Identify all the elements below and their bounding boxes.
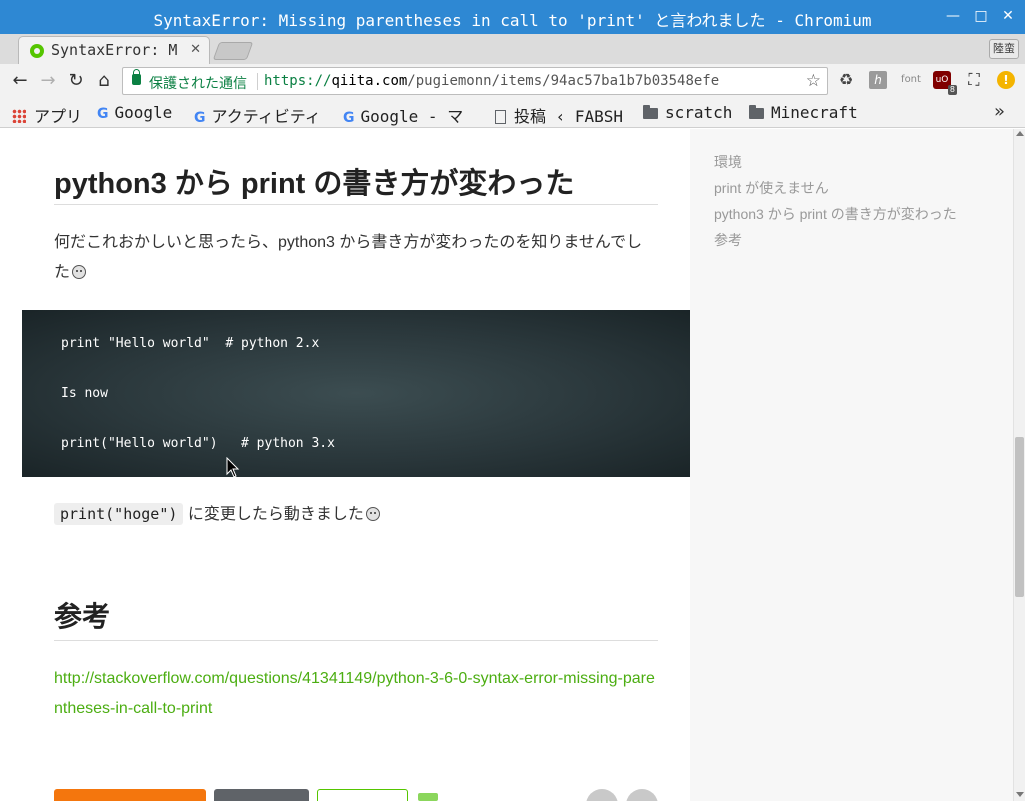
folder-icon [749, 105, 764, 119]
maximize-icon[interactable]: □ [970, 5, 992, 27]
like-count [418, 793, 438, 801]
inline-code: print("hoge") [54, 503, 184, 525]
document-icon [495, 110, 506, 124]
tab-active[interactable]: SyntaxError: M ✕ [18, 36, 210, 64]
home-icon[interactable]: ⌂ [92, 69, 116, 93]
ublock-label: uO [935, 75, 949, 85]
bookmark-google-maps[interactable]: G Google - マ [343, 103, 481, 127]
qiita-favicon-icon [30, 44, 44, 58]
hatena-extension-icon[interactable]: h [869, 71, 887, 89]
font-extension-icon[interactable]: font [900, 71, 922, 89]
like-button[interactable] [317, 789, 408, 801]
scroll-up-icon[interactable] [1016, 131, 1024, 136]
bookmark-folder-scratch[interactable]: scratch [643, 103, 732, 122]
tab-close-icon[interactable]: ✕ [190, 42, 201, 57]
bookmark-label: Google [114, 103, 173, 122]
toc-sidebar: 環境 print が使えません python3 から print の書き方が変わ… [690, 129, 1013, 801]
mouse-cursor-icon [226, 457, 240, 478]
minimize-icon[interactable]: — [942, 5, 964, 27]
profile-button[interactable]: 陸蛮 [989, 39, 1019, 59]
toc-item[interactable]: print が使えません [714, 178, 829, 198]
paragraph-intro-text: 何だこれおかしいと思ったら、python3 から書き方が変わったのを知りませんで… [54, 234, 643, 281]
bookmark-label: Google - マ [360, 107, 464, 126]
apps-grid-icon [12, 109, 26, 123]
stock-button[interactable] [54, 789, 206, 801]
menu-alert-icon[interactable]: ! [997, 71, 1015, 89]
forward-icon[interactable]: → [36, 69, 60, 93]
bookmark-label: アクティビティ [211, 107, 321, 126]
new-tab-button[interactable] [212, 42, 254, 60]
bookmark-activity[interactable]: G アクティビティ [194, 103, 330, 127]
heading-divider [54, 204, 658, 205]
tab-strip: SyntaxError: M ✕ 陸蛮 [0, 34, 1025, 64]
bookmark-label: Minecraft [771, 103, 858, 122]
google-icon: G [343, 110, 355, 126]
toc-item[interactable]: 環境 [714, 152, 742, 172]
facebook-share-icon[interactable] [626, 789, 658, 801]
folder-icon [643, 105, 658, 119]
ublock-count-badge: 8 [947, 85, 957, 95]
paragraph-intro: 何だこれおかしいと思ったら、python3 から書き方が変わったのを知りませんで… [54, 228, 658, 288]
tab-title: SyntaxError: M [51, 41, 178, 59]
reference-link[interactable]: http://stackoverflow.com/questions/41341… [54, 664, 658, 724]
code-line: print "Hello world" # python 2.x [61, 336, 320, 351]
secure-label: 保護された通信 [149, 76, 247, 92]
close-window-icon[interactable]: ✕ [997, 5, 1019, 27]
save-button[interactable] [214, 789, 309, 801]
bookmark-post[interactable]: 投稿 ‹ FABSH [495, 103, 630, 127]
bookmark-star-icon[interactable]: ☆ [806, 71, 821, 91]
code-line: Is now [61, 386, 108, 401]
address-bar[interactable]: 保護された通信 https://qiita.com/pugiemonn/item… [122, 67, 828, 95]
url-scheme: https:// [264, 73, 332, 89]
bookmarks-bar: アプリ G Google G アクティビティ G Google - マ 投稿 ‹ FA… [0, 97, 1025, 128]
heading-divider [54, 640, 658, 641]
url-text[interactable]: https://qiita.com/pugiemonn/items/94ac57… [264, 73, 719, 89]
bookmark-label: アプリ [34, 107, 83, 126]
page-viewport: python3 から print の書き方が変わった 何だこれおかしいと思ったら… [0, 129, 1013, 801]
reload-icon[interactable]: ↻ [64, 69, 88, 93]
window-title: SyntaxError: Missing parentheses in call… [153, 11, 872, 30]
browser-toolbar: ← → ↻ ⌂ 保護された通信 https://qiita.com/pugiem… [0, 64, 1025, 97]
scroll-thumb[interactable] [1015, 437, 1024, 597]
google-icon: G [194, 110, 206, 126]
recycle-extension-icon[interactable]: ♻ [837, 71, 855, 89]
code-block: print "Hello world" # python 2.x Is now … [22, 310, 690, 477]
back-icon[interactable]: ← [8, 69, 32, 93]
code-line: print("Hello world") # python 3.x [61, 436, 335, 451]
emoji-icon [365, 507, 380, 521]
emoji-icon [72, 265, 87, 279]
page-scrollbar[interactable] [1013, 129, 1025, 801]
bookmark-label: scratch [665, 103, 733, 122]
bookmark-google[interactable]: G Google [97, 103, 172, 122]
url-host: qiita.com [331, 73, 408, 89]
paragraph-fixed: print("hoge") に変更したら動きました [54, 499, 658, 530]
bookmark-folder-minecraft[interactable]: Minecraft [749, 103, 858, 122]
paragraph-fixed-text: に変更したら動きました [187, 506, 364, 523]
heading-references: 参考 [54, 601, 111, 632]
article-body: python3 から print の書き方が変わった 何だこれおかしいと思ったら… [0, 129, 690, 801]
heading-print-change: python3 から print の書き方が変わった [54, 168, 575, 200]
ublock-extension-icon[interactable]: uO 8 [933, 71, 957, 95]
scroll-down-icon[interactable] [1016, 792, 1024, 797]
lock-icon [132, 69, 141, 85]
twitter-share-icon[interactable] [586, 789, 618, 801]
toc-item[interactable]: 参考 [714, 230, 742, 250]
toc-item[interactable]: python3 から print の書き方が変わった [714, 204, 957, 224]
window-titlebar: SyntaxError: Missing parentheses in call… [0, 0, 1025, 34]
cast-extension-icon[interactable]: ⛶ [965, 71, 983, 89]
bookmark-apps[interactable]: アプリ [12, 103, 82, 127]
bookmarks-overflow-icon[interactable]: » [994, 101, 1005, 122]
google-icon: G [97, 106, 109, 122]
url-path: /pugiemonn/items/94ac57ba1b7b03548efe [407, 73, 720, 89]
omnibox-separator [257, 73, 258, 90]
bookmark-label: 投稿 ‹ FABSH [514, 107, 624, 126]
